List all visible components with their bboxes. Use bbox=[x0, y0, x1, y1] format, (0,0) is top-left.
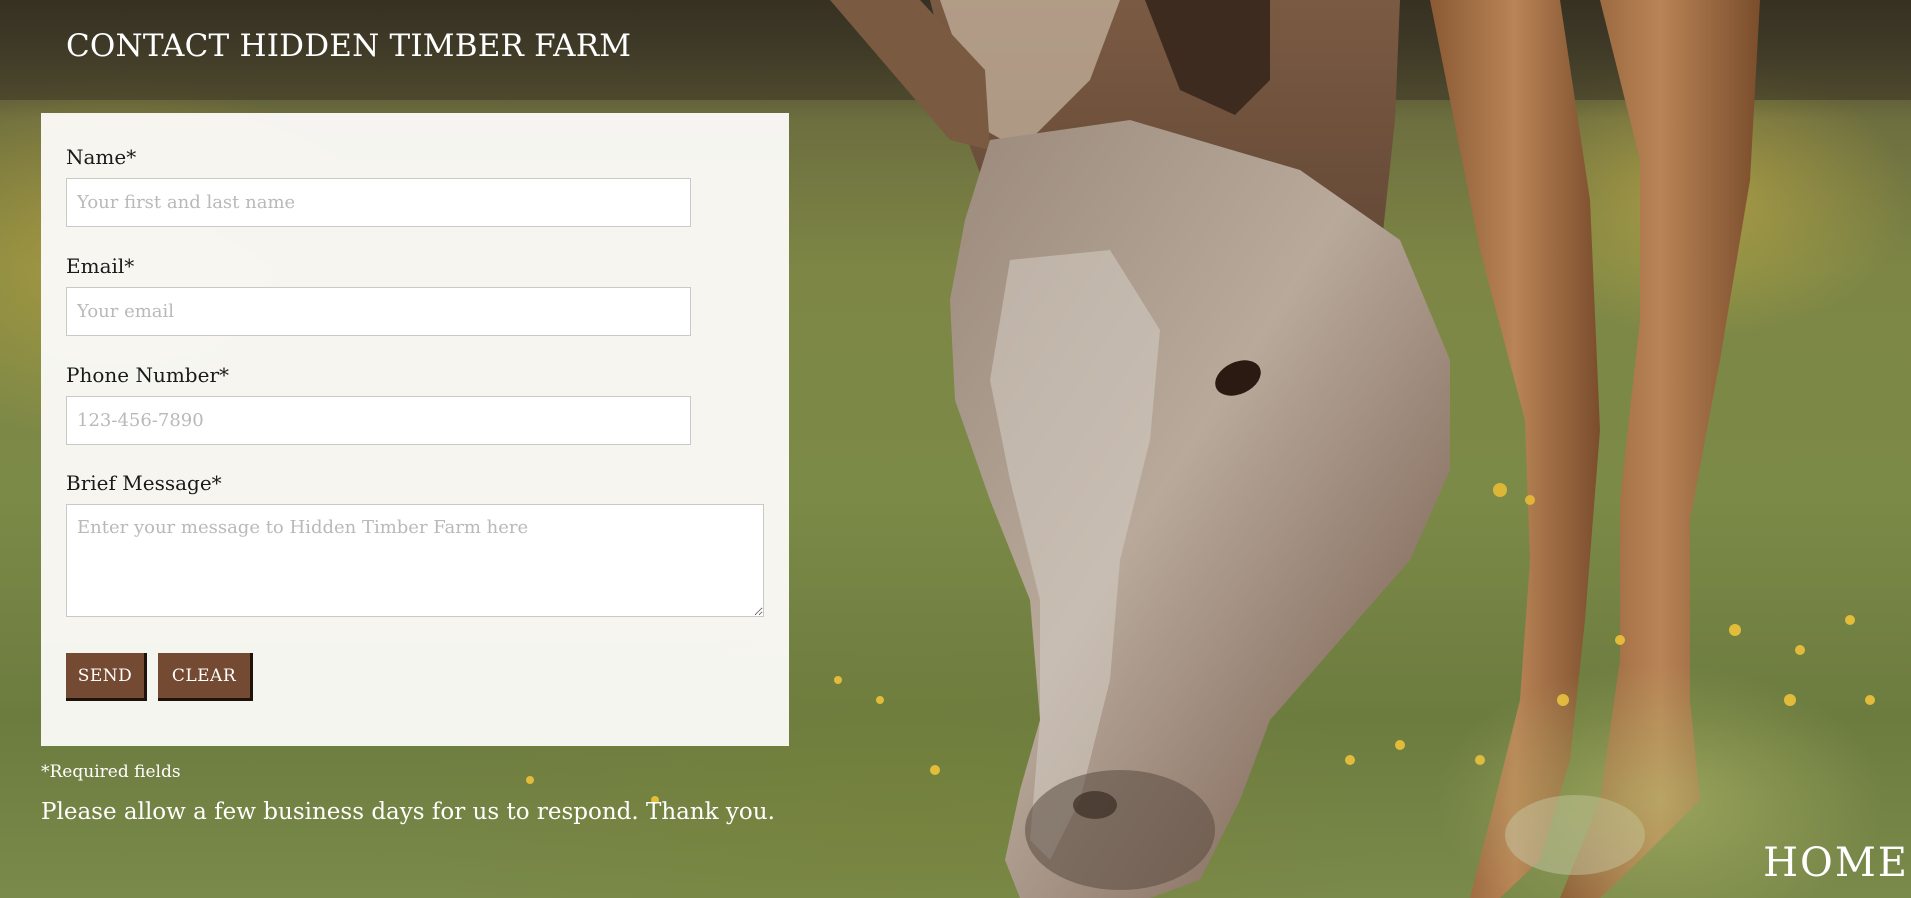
phone-input[interactable] bbox=[66, 396, 691, 445]
phone-label: Phone Number* bbox=[66, 363, 229, 387]
email-label: Email* bbox=[66, 254, 135, 278]
clear-button[interactable]: CLEAR bbox=[158, 653, 253, 701]
message-textarea[interactable] bbox=[66, 504, 764, 617]
name-input[interactable] bbox=[66, 178, 691, 227]
response-time-note: Please allow a few business days for us … bbox=[41, 799, 775, 825]
name-label: Name* bbox=[66, 145, 137, 169]
message-label: Brief Message* bbox=[66, 471, 222, 495]
send-button[interactable]: SEND bbox=[66, 653, 147, 701]
page-title: CONTACT HIDDEN TIMBER FARM bbox=[66, 28, 632, 64]
home-link[interactable]: HOME bbox=[1763, 840, 1909, 886]
contact-form: Name* Email* Phone Number* Brief Message… bbox=[41, 113, 789, 746]
email-input[interactable] bbox=[66, 287, 691, 336]
required-fields-note: *Required fields bbox=[41, 762, 181, 782]
